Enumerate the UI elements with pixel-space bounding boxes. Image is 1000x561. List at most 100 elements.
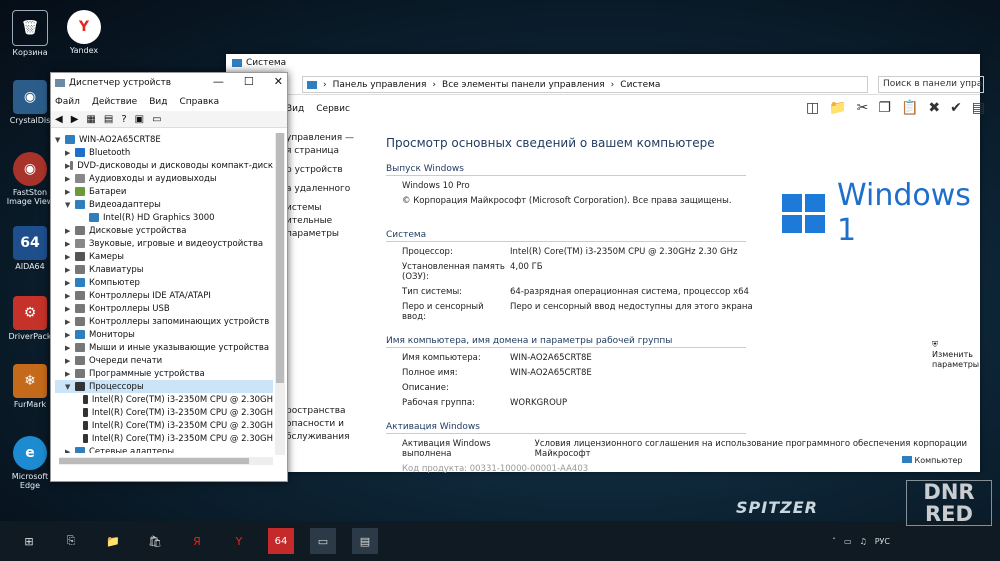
scroll-thumb[interactable] xyxy=(59,458,249,464)
tree-view-icon[interactable]: ▦ xyxy=(86,114,95,125)
aida64-icon[interactable]: 64 xyxy=(268,528,294,554)
tree-node[interactable]: ▶ Клавиатуры xyxy=(55,263,273,276)
expand-arrow-icon[interactable]: ▶ xyxy=(65,266,75,274)
left-link[interactable]: истемы xyxy=(286,202,366,215)
delete-icon[interactable]: ✖ xyxy=(928,100,940,116)
language-indicator[interactable]: РУС xyxy=(875,537,890,546)
tree-node[interactable]: ▶ Камеры xyxy=(55,250,273,263)
tree-node[interactable]: ▶ Сетевые адаптеры xyxy=(55,445,273,453)
maximize-icon[interactable]: ☐ xyxy=(244,75,254,88)
tree-node[interactable]: ▶ Контроллеры IDE ATA/ATAPI xyxy=(55,289,273,302)
tree-node[interactable]: ▶ Мыши и иные указывающие устройства xyxy=(55,341,273,354)
expand-arrow-icon[interactable]: ▶ xyxy=(65,149,75,157)
change-settings-link[interactable]: ⛨ Изменить параметры xyxy=(932,340,980,370)
collapse-arrow-icon[interactable]: ▼ xyxy=(65,383,75,391)
tree-node[interactable]: Intel(R) Core(TM) i3-2350M CPU @ 2.30GH xyxy=(55,419,273,432)
tree-node[interactable]: ▶ Контроллеры запоминающих устройств xyxy=(55,315,273,328)
network-icon[interactable]: ▭ xyxy=(844,537,852,546)
tree-node[interactable]: ▼ Видеоадаптеры xyxy=(55,198,273,211)
yandex-browser-icon[interactable]: Я xyxy=(184,528,210,554)
tree-node[interactable]: ▶ Программные устройства xyxy=(55,367,273,380)
scroll-thumb[interactable] xyxy=(276,133,284,383)
breadcrumb-item[interactable]: Панель управления xyxy=(333,80,427,90)
store-icon[interactable]: 🛍 xyxy=(142,528,168,554)
properties-icon[interactable]: ▤ xyxy=(972,100,985,116)
menu-view[interactable]: Вид xyxy=(149,97,167,107)
panel-icon[interactable]: ◫ xyxy=(806,100,819,116)
desktop-icon-aida64[interactable]: 64 AIDA64 xyxy=(4,226,56,271)
desktop-icon-furmark[interactable]: ❄ FurMark xyxy=(4,364,56,409)
check-icon[interactable]: ✔ xyxy=(950,100,962,116)
left-link[interactable]: я страница xyxy=(286,145,366,158)
expand-arrow-icon[interactable]: ▶ xyxy=(65,240,75,248)
breadcrumb-item[interactable]: Система xyxy=(620,80,660,90)
tree-node[interactable]: ▼ Процессоры xyxy=(55,380,273,393)
tree-node[interactable]: ▶ Bluetooth xyxy=(55,146,273,159)
tree-node[interactable]: Intel(R) Core(TM) i3-2350M CPU @ 2.30GH xyxy=(55,393,273,406)
forward-icon[interactable]: ▶ xyxy=(71,114,79,125)
desktop-icon-driverpack[interactable]: ⚙ DriverPack xyxy=(4,296,56,341)
update-icon[interactable]: ▣ xyxy=(135,114,144,125)
file-explorer-icon[interactable]: 📁 xyxy=(100,528,126,554)
menu-view[interactable]: Вид xyxy=(286,104,304,114)
desktop-icon-faststone[interactable]: ◉ FastSton Image View xyxy=(4,152,56,206)
tree-node[interactable]: ▶ Мониторы xyxy=(55,328,273,341)
menu-action[interactable]: Действие xyxy=(92,97,137,107)
tree-node[interactable]: Intel(R) Core(TM) i3-2350M CPU @ 2.30GH xyxy=(55,406,273,419)
left-link[interactable]: ространства xyxy=(286,405,366,418)
tree-node[interactable]: ▶ Дисковые устройства xyxy=(55,224,273,237)
desktop-icon-yandex[interactable]: Y Yandex xyxy=(58,10,110,55)
tree-node[interactable]: ▶ DVD-дисководы и дисководы компакт-диск xyxy=(55,159,273,172)
collapse-arrow-icon[interactable]: ▼ xyxy=(55,136,65,144)
tree-node[interactable]: Intel(R) HD Graphics 3000 xyxy=(55,211,273,224)
tree-node[interactable]: ▶ Очереди печати xyxy=(55,354,273,367)
left-link[interactable]: управления — xyxy=(286,132,366,145)
expand-arrow-icon[interactable]: ▶ xyxy=(65,331,75,339)
menu-help[interactable]: Справка xyxy=(179,97,219,107)
volume-icon[interactable]: ♫ xyxy=(860,537,867,546)
minimize-icon[interactable]: — xyxy=(213,75,224,88)
device-manager-taskbar-icon[interactable]: ▤ xyxy=(352,528,378,554)
tree-node[interactable]: ▶ Звуковые, игровые и видеоустройства xyxy=(55,237,273,250)
system-taskbar-icon[interactable]: ▭ xyxy=(310,528,336,554)
expand-arrow-icon[interactable]: ▶ xyxy=(65,188,75,196)
horizontal-scrollbar[interactable] xyxy=(59,457,273,465)
vertical-scrollbar[interactable] xyxy=(275,133,285,455)
copy-icon[interactable]: ❐ xyxy=(878,100,891,116)
close-icon[interactable]: ✕ xyxy=(274,75,283,88)
tree-node[interactable]: ▶ Батареи xyxy=(55,185,273,198)
help-icon[interactable]: ? xyxy=(121,114,126,125)
expand-arrow-icon[interactable]: ▶ xyxy=(65,344,75,352)
expand-arrow-icon[interactable]: ▶ xyxy=(65,279,75,287)
search-input[interactable]: Поиск в панели управ xyxy=(878,76,984,93)
cut-icon[interactable]: ✂ xyxy=(857,100,869,116)
yandex-icon[interactable]: Y xyxy=(226,528,252,554)
paste-icon[interactable]: 📋 xyxy=(901,100,918,116)
desktop-icon-crystaldisk[interactable]: ◉ CrystalDis xyxy=(4,80,56,125)
menu-file[interactable]: Файл xyxy=(55,97,80,107)
collapse-arrow-icon[interactable]: ▼ xyxy=(65,201,75,209)
tray-arrow-icon[interactable]: ˆ xyxy=(832,537,836,546)
expand-arrow-icon[interactable]: ▶ xyxy=(65,175,75,183)
expand-arrow-icon[interactable]: ▶ xyxy=(65,253,75,261)
desktop-icon-edge[interactable]: e Microsoft Edge xyxy=(4,436,56,490)
folder-icon[interactable]: 📁 xyxy=(829,100,846,116)
breadcrumb[interactable]: › Панель управления › Все элементы панел… xyxy=(302,76,868,93)
tree-root[interactable]: ▼ WIN-AO2A65CRT8E xyxy=(55,133,273,146)
tree-node[interactable]: ▶ Аудиовходы и аудиовыходы xyxy=(55,172,273,185)
tree-node[interactable]: Intel(R) Core(TM) i3-2350M CPU @ 2.30GH xyxy=(55,432,273,445)
start-windows-icon[interactable]: ⊞ xyxy=(16,528,42,554)
properties-icon[interactable]: ▤ xyxy=(104,114,113,125)
back-icon[interactable]: ◀ xyxy=(55,114,63,125)
desktop-icon-recycle[interactable]: 🗑 Корзина xyxy=(4,10,56,57)
left-link[interactable]: а удаленного xyxy=(286,183,366,196)
left-link[interactable]: бслуживания xyxy=(286,431,366,444)
left-link[interactable]: р устройств xyxy=(286,164,366,177)
expand-arrow-icon[interactable]: ▶ xyxy=(65,318,75,326)
expand-arrow-icon[interactable]: ▶ xyxy=(65,227,75,235)
left-link[interactable]: опасности и xyxy=(286,418,366,431)
expand-arrow-icon[interactable]: ▶ xyxy=(65,357,75,365)
expand-arrow-icon[interactable]: ▶ xyxy=(65,370,75,378)
expand-arrow-icon[interactable]: ▶ xyxy=(65,292,75,300)
task-view-icon[interactable]: ⎘ xyxy=(58,528,84,554)
